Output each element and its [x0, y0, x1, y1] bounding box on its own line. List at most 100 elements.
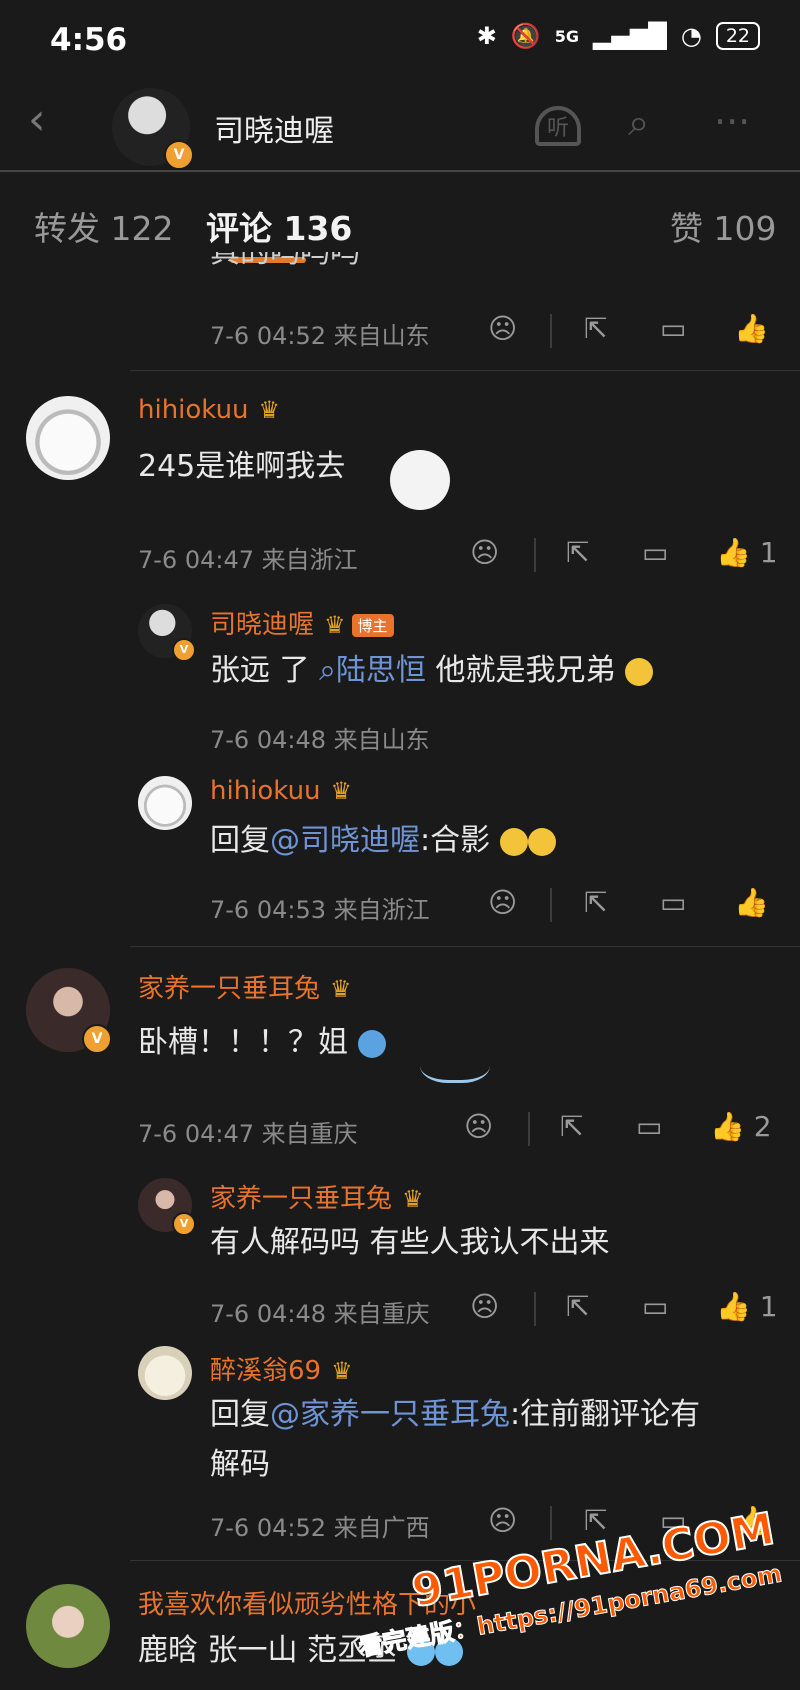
avatar[interactable] [138, 776, 192, 830]
dislike-icon[interactable]: ☹ [470, 536, 499, 569]
header-avatar[interactable]: V [112, 88, 194, 170]
verified-badge-icon: V [164, 140, 194, 170]
back-icon[interactable]: ‹ [28, 94, 46, 145]
dislike-icon[interactable]: ☹ [470, 1290, 499, 1323]
top-bar: ‹ V 司晓迪喔 听 ⌕ ··· [0, 88, 800, 172]
share-icon[interactable]: ⇱ [560, 1110, 583, 1143]
wifi-icon: ◔ [680, 22, 702, 50]
avatar[interactable] [26, 1584, 110, 1668]
dislike-icon[interactable]: ☹ [488, 1504, 517, 1537]
signal-icon: ▂▄▆█ [593, 22, 667, 50]
reply-text: 他就是我兄弟 [425, 653, 616, 688]
comment-meta: 7-6 04:52 来自山东 [210, 322, 430, 350]
header-title[interactable]: 司晓迪喔 [214, 106, 334, 150]
avatar[interactable] [138, 1346, 192, 1400]
dislike-icon[interactable]: ☹ [488, 886, 517, 919]
commenter-name-text: hihiokuu [138, 395, 249, 425]
emoji-icon [357, 1029, 386, 1058]
comment-meta: 7-6 04:53 来自浙江 [210, 896, 430, 924]
status-bar: 4:56 ✱ 🔕 5G ▂▄▆█ ◔ 22 [0, 0, 800, 88]
comment-text: 有人解码吗 有些人我认不出来 [210, 1225, 610, 1260]
commenter-name[interactable]: hihiokuu ♛ [138, 395, 280, 425]
separator [528, 1112, 530, 1146]
comment-text: 回复@司晓迪喔:合影 [210, 816, 556, 866]
like-count: 1 [759, 536, 778, 569]
emoji-icon [527, 827, 556, 856]
reply-icon[interactable]: ▭ [642, 536, 668, 569]
crown-icon: ♛ [324, 611, 346, 639]
tab-reposts[interactable]: 转发 122 [34, 202, 173, 250]
comment-text: 张远 了 ⌕陆思恒 他就是我兄弟 [210, 646, 653, 696]
tab-likes[interactable]: 赞 109 [670, 202, 776, 250]
dislike-icon[interactable]: ☹ [464, 1110, 493, 1143]
commenter-name-text: 家养一只垂耳兔 [210, 1184, 393, 1214]
reply-text: 回复 [210, 823, 270, 858]
reply-icon[interactable]: ▭ [660, 886, 686, 919]
crown-icon: ♛ [258, 396, 281, 424]
topic-text: 陆思恒 [335, 653, 426, 688]
verified-badge-icon: V [82, 1024, 112, 1054]
comment-text: 回复@家养一只垂耳兔:往前翻评论有 解码 [210, 1390, 700, 1490]
cut-comment: 真的吗吗吗 [210, 252, 510, 282]
share-icon[interactable]: ⇱ [584, 886, 607, 919]
mention-link[interactable]: @司晓迪喔 [270, 823, 420, 858]
cut-comment-text: 真的吗吗吗 [210, 252, 360, 270]
reply-icon[interactable]: ▭ [660, 312, 686, 345]
commenter-name-text: 家养一只垂耳兔 [138, 974, 321, 1004]
like-icon[interactable]: 👍 1 [716, 536, 778, 569]
bluetooth-icon: ✱ [476, 22, 497, 50]
crown-icon: ♛ [402, 1185, 424, 1213]
like-icon[interactable]: 👍 [734, 312, 769, 345]
separator [534, 538, 536, 572]
search-icon[interactable]: ⌕ [628, 100, 649, 145]
like-icon[interactable]: 👍 2 [710, 1110, 772, 1143]
separator [534, 1292, 536, 1326]
separator [550, 888, 552, 922]
divider [130, 946, 800, 947]
commenter-name[interactable]: hihiokuu ♛ [210, 776, 352, 806]
battery-indicator: 22 [715, 22, 760, 50]
commenter-name[interactable]: 司晓迪喔 ♛ 博主 [210, 604, 394, 641]
commenter-name[interactable]: 醉溪翁69 ♛ [210, 1350, 353, 1387]
dislike-icon[interactable]: ☹ [488, 312, 517, 345]
reply-icon[interactable]: ▭ [636, 1110, 662, 1143]
avatar[interactable] [26, 396, 110, 480]
comment-text: 245是谁啊我去 [138, 449, 346, 484]
comment-meta: 7-6 04:48 来自重庆 [210, 1300, 430, 1328]
listen-label: 听 [535, 106, 582, 146]
reply-icon[interactable]: ▭ [642, 1290, 668, 1323]
share-icon[interactable]: ⇱ [584, 312, 607, 345]
more-icon[interactable]: ··· [714, 100, 750, 144]
comment-meta: 7-6 04:47 来自重庆 [138, 1120, 358, 1148]
tab-comments[interactable]: 评论 136 [206, 202, 352, 250]
commenter-name[interactable]: 家养一只垂耳兔 ♛ [138, 968, 352, 1005]
like-count: 1 [759, 1290, 778, 1323]
reply-text: 张远 了 [210, 653, 310, 688]
author-badge: 博主 [351, 614, 394, 637]
search-topic-link[interactable]: ⌕陆思恒 [319, 653, 426, 688]
sticker-image [420, 1040, 490, 1083]
share-icon[interactable]: ⇱ [566, 1290, 589, 1323]
separator [550, 314, 552, 348]
crown-icon: ♛ [330, 777, 353, 805]
status-time: 4:56 [50, 22, 128, 58]
like-icon[interactable]: 👍 [734, 886, 769, 919]
separator [550, 1506, 552, 1540]
commenter-name-text: hihiokuu [210, 776, 321, 806]
emoji-icon [625, 657, 653, 686]
reply-text: 回复 [210, 1397, 270, 1432]
listen-icon[interactable]: 听 [535, 100, 582, 146]
like-count: 2 [753, 1110, 772, 1143]
comment-text-value: 卧槽！！！？姐 [138, 1025, 348, 1060]
commenter-name[interactable]: 家养一只垂耳兔 ♛ [210, 1178, 424, 1215]
share-icon[interactable]: ⇱ [566, 536, 589, 569]
mention-link[interactable]: @家养一只垂耳兔 [270, 1397, 510, 1432]
network-label: 5G [554, 26, 580, 46]
reply-text: :往前翻评论有 [510, 1397, 701, 1432]
like-icon[interactable]: 👍 1 [716, 1290, 778, 1323]
crown-icon: ♛ [331, 1357, 353, 1385]
comment-meta: 7-6 04:52 来自广西 [210, 1514, 430, 1542]
sticker-image [390, 450, 450, 510]
comment-meta: 7-6 04:48 来自山东 [210, 726, 430, 754]
reply-text: 解码 [210, 1447, 270, 1482]
